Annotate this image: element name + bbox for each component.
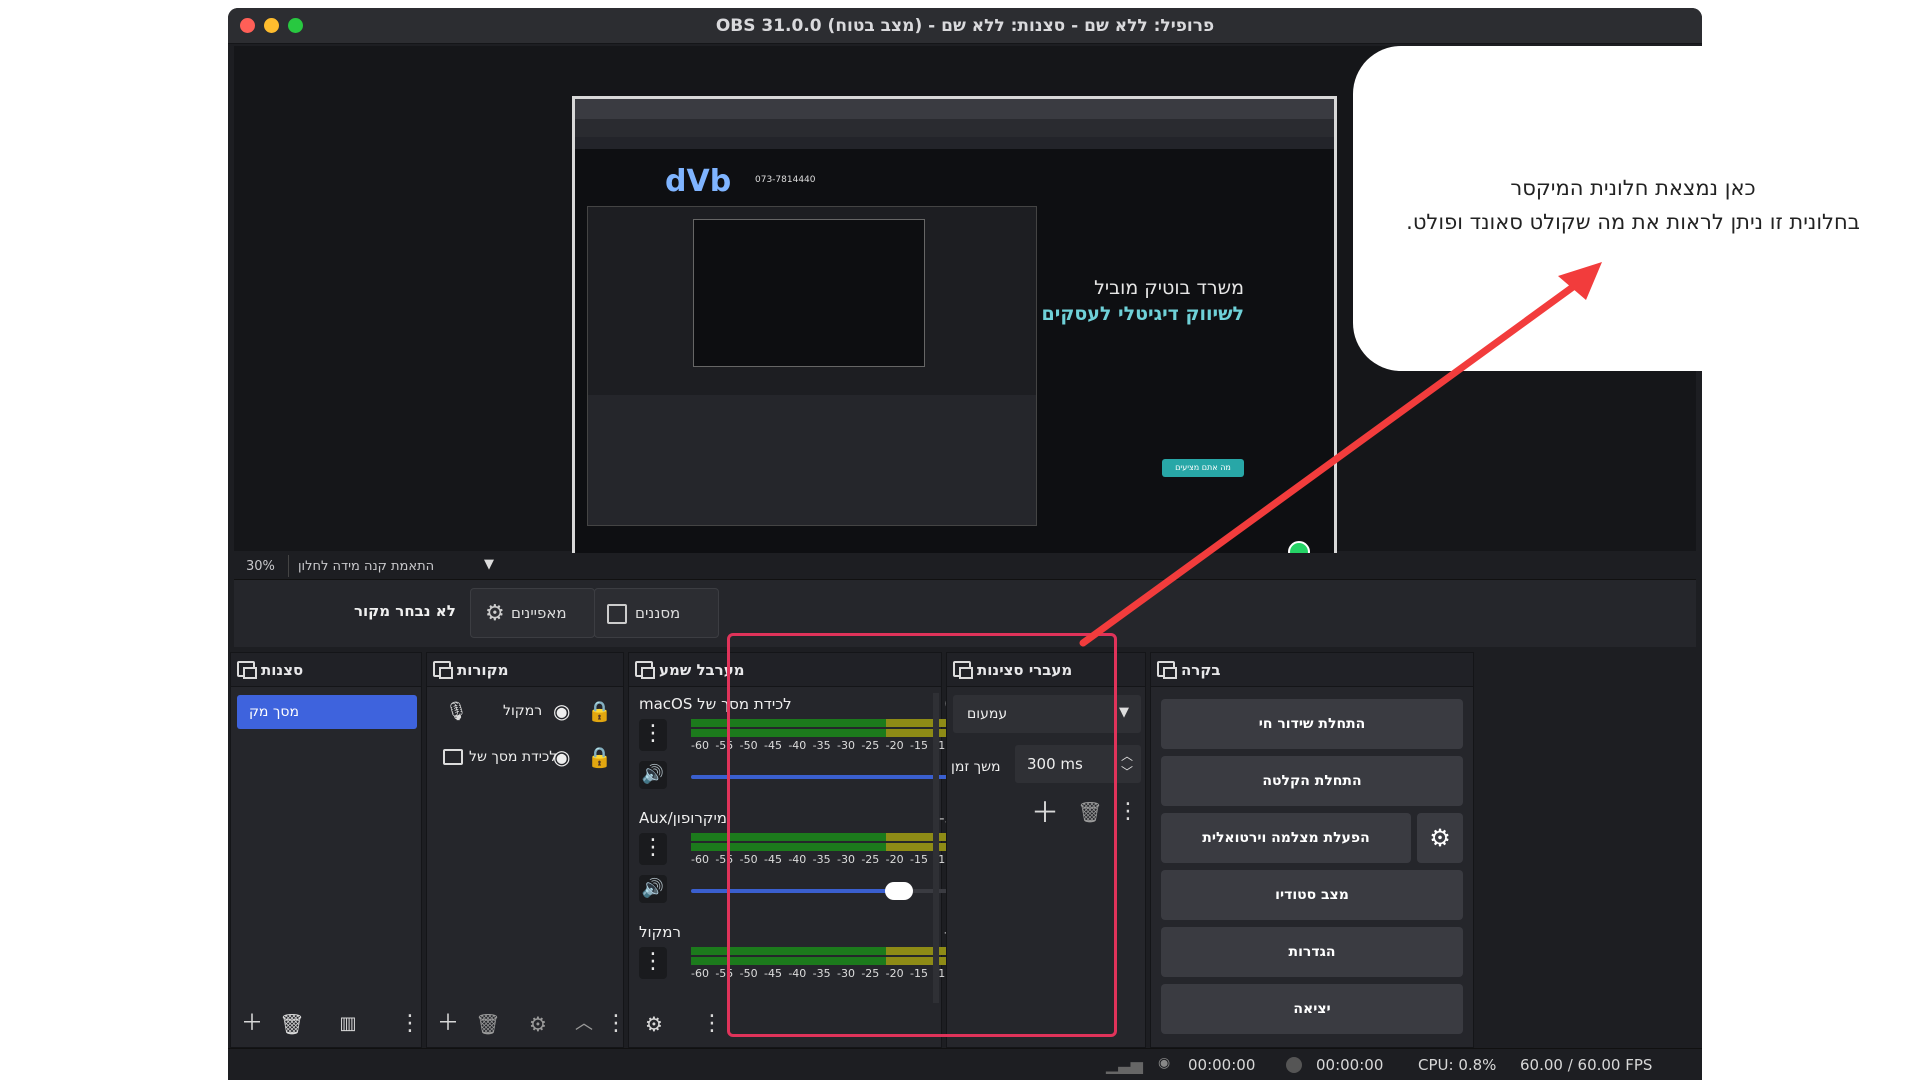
callout-arrow — [1079, 262, 1602, 647]
arrow-line — [1079, 272, 1592, 647]
